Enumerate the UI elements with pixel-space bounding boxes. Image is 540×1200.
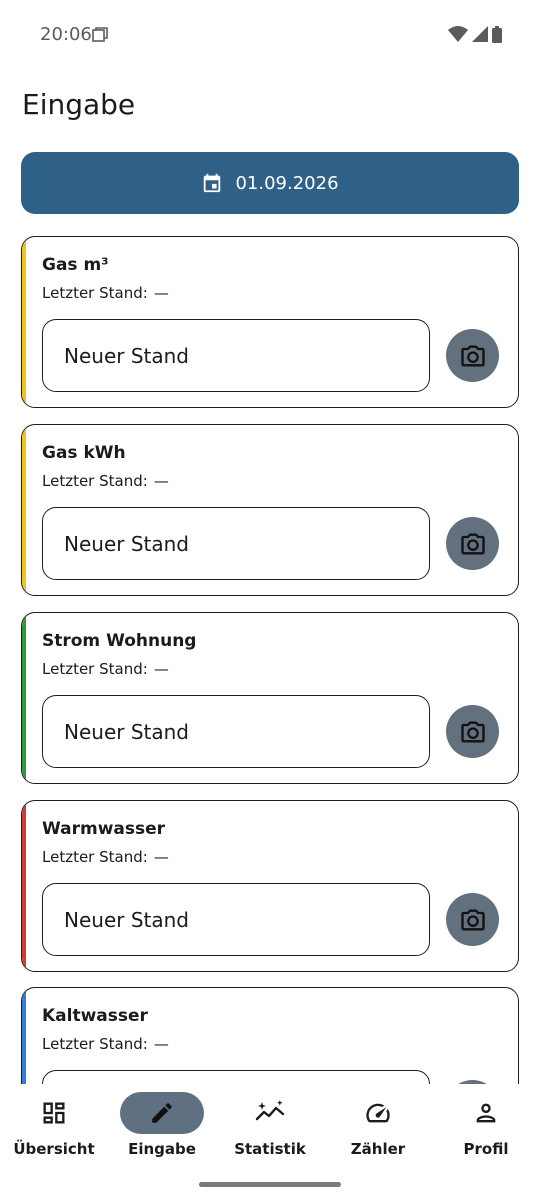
wifi-icon [448, 26, 468, 42]
screenshot-notification-icon [92, 27, 108, 42]
meter-card-warmwasser: Warmwasser Letzter Stand: — [21, 800, 519, 972]
meter-name: Kaltwasser [42, 1006, 148, 1026]
nav-icon-container [444, 1092, 528, 1134]
camera-button[interactable] [446, 329, 499, 382]
last-reading-label: Letzter Stand: [42, 284, 148, 302]
nav-icon-container [228, 1092, 312, 1134]
meter-list[interactable]: Gas m³ Letzter Stand: — Gas kWh Letzter … [0, 236, 540, 1084]
last-reading-label: Letzter Stand: [42, 848, 148, 866]
status-bar: 20:06 [0, 0, 540, 68]
nav-item-eingabe[interactable]: Eingabe [108, 1092, 216, 1172]
last-reading-value: — [153, 284, 169, 302]
meter-card-gas-kwh: Gas kWh Letzter Stand: — [21, 424, 519, 596]
last-reading: Letzter Stand: — [42, 848, 169, 866]
new-reading-input[interactable] [42, 883, 430, 956]
nav-label: Zähler [350, 1140, 406, 1158]
trend-icon [255, 1100, 285, 1121]
last-reading: Letzter Stand: — [42, 660, 169, 678]
meter-color-stripe [22, 425, 26, 595]
nav-label: Statistik [234, 1140, 306, 1158]
nav-item-zaehler[interactable]: Zähler [324, 1092, 432, 1172]
last-reading: Letzter Stand: — [42, 472, 169, 490]
nav-item-statistik[interactable]: Statistik [216, 1092, 324, 1172]
new-reading-input[interactable] [42, 695, 430, 768]
camera-button[interactable] [446, 705, 499, 758]
meter-color-stripe [22, 613, 26, 783]
last-reading-value: — [153, 472, 169, 490]
new-reading-input[interactable] [42, 1070, 430, 1084]
camera-button[interactable] [446, 517, 499, 570]
status-time: 20:06 [40, 24, 92, 45]
meter-name: Warmwasser [42, 819, 166, 839]
person-icon [476, 1103, 496, 1123]
nav-icon-container [12, 1092, 96, 1134]
nav-icon-container [336, 1092, 420, 1134]
new-reading-input[interactable] [42, 319, 430, 392]
camera-button[interactable] [446, 893, 499, 946]
date-label: 01.09.2026 [235, 172, 339, 194]
battery-icon [492, 25, 502, 43]
nav-label: Übersicht [13, 1140, 95, 1158]
last-reading-value: — [153, 1035, 169, 1053]
cell-signal-icon [472, 26, 488, 42]
meter-card-strom-wohnung: Strom Wohnung Letzter Stand: — [21, 612, 519, 784]
new-reading-input[interactable] [42, 507, 430, 580]
pencil-icon [152, 1103, 172, 1123]
nav-icon-container [120, 1092, 204, 1134]
nav-item-uebersicht[interactable]: Übersicht [0, 1092, 108, 1172]
status-icons [448, 25, 502, 43]
meter-color-stripe [22, 988, 26, 1084]
last-reading-label: Letzter Stand: [42, 472, 148, 490]
camera-icon [460, 909, 485, 930]
dashboard-icon [43, 1102, 65, 1124]
page-title: Eingabe [22, 88, 136, 121]
last-reading-value: — [153, 660, 169, 678]
meter-card-kaltwasser: Kaltwasser Letzter Stand: — [21, 987, 519, 1084]
last-reading-label: Letzter Stand: [42, 660, 148, 678]
meter-color-stripe [22, 801, 26, 971]
camera-icon [460, 721, 485, 742]
speedometer-icon [366, 1103, 390, 1123]
last-reading-value: — [153, 848, 169, 866]
last-reading: Letzter Stand: — [42, 284, 169, 302]
camera-icon [460, 345, 485, 366]
app-screen: 20:06 Eingabe 01.09.2026 Gas m³ Letzter … [0, 0, 540, 1200]
nav-label: Profil [463, 1140, 509, 1158]
meter-name: Gas kWh [42, 443, 126, 463]
meter-color-stripe [22, 237, 26, 407]
date-picker-button[interactable]: 01.09.2026 [21, 152, 519, 214]
home-indicator[interactable] [199, 1182, 341, 1187]
nav-label: Eingabe [128, 1140, 196, 1158]
meter-name: Gas m³ [42, 255, 109, 275]
meter-name: Strom Wohnung [42, 631, 197, 651]
last-reading-label: Letzter Stand: [42, 1035, 148, 1053]
meter-card-gas-m3: Gas m³ Letzter Stand: — [21, 236, 519, 408]
calendar-icon [204, 173, 221, 193]
last-reading: Letzter Stand: — [42, 1035, 169, 1053]
camera-icon [460, 533, 485, 554]
nav-item-profil[interactable]: Profil [432, 1092, 540, 1172]
